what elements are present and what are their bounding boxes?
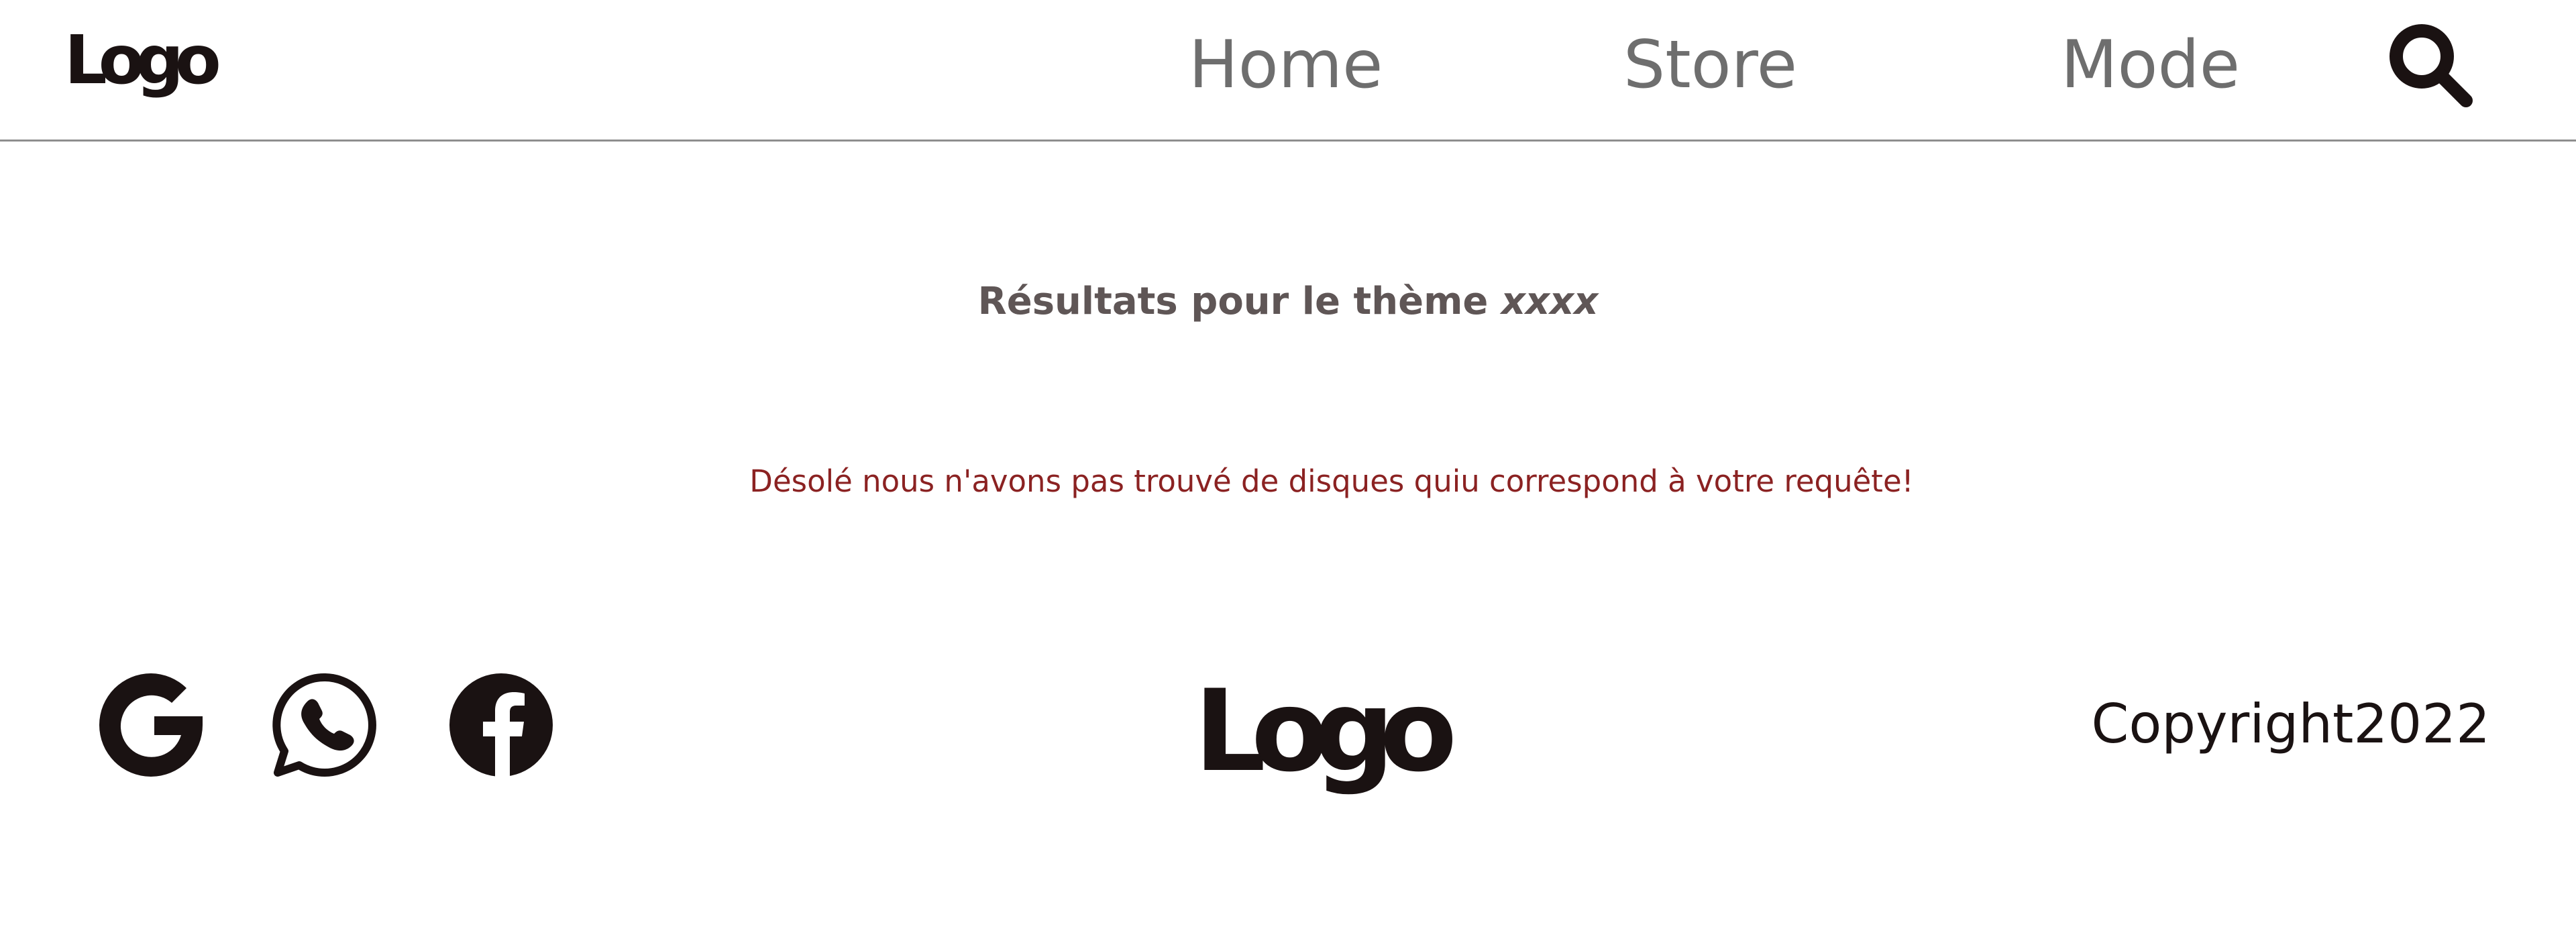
facebook-link[interactable] (448, 672, 554, 778)
copyright-text: Copyright2022 (2091, 693, 2491, 755)
nav-mode-link[interactable]: Mode (2061, 25, 2240, 105)
header-logo[interactable]: Logo (64, 27, 221, 94)
search-button[interactable] (2387, 21, 2474, 109)
site-header: Logo Home Store Mode (0, 0, 2576, 142)
google-link[interactable] (98, 672, 204, 778)
results-title-prefix: Résultats pour le thème (977, 280, 1489, 323)
results-theme-name: xxxx (1501, 280, 1599, 323)
whatsapp-icon (272, 673, 376, 777)
facebook-icon (449, 673, 553, 778)
nav-home-link[interactable]: Home (1189, 25, 1383, 105)
google-icon (99, 673, 203, 777)
footer-logo[interactable]: Logo (1194, 675, 1457, 787)
search-icon (2390, 24, 2473, 107)
whatsapp-link[interactable] (272, 672, 378, 778)
nav-store-link[interactable]: Store (1623, 25, 1797, 105)
results-title: Résultats pour le thème xxxx (0, 275, 2576, 329)
no-results-message: Désolé nous n'avons pas trouvé de disque… (749, 463, 1914, 499)
page: Logo Home Store Mode Résultats pour le t… (0, 0, 2576, 947)
